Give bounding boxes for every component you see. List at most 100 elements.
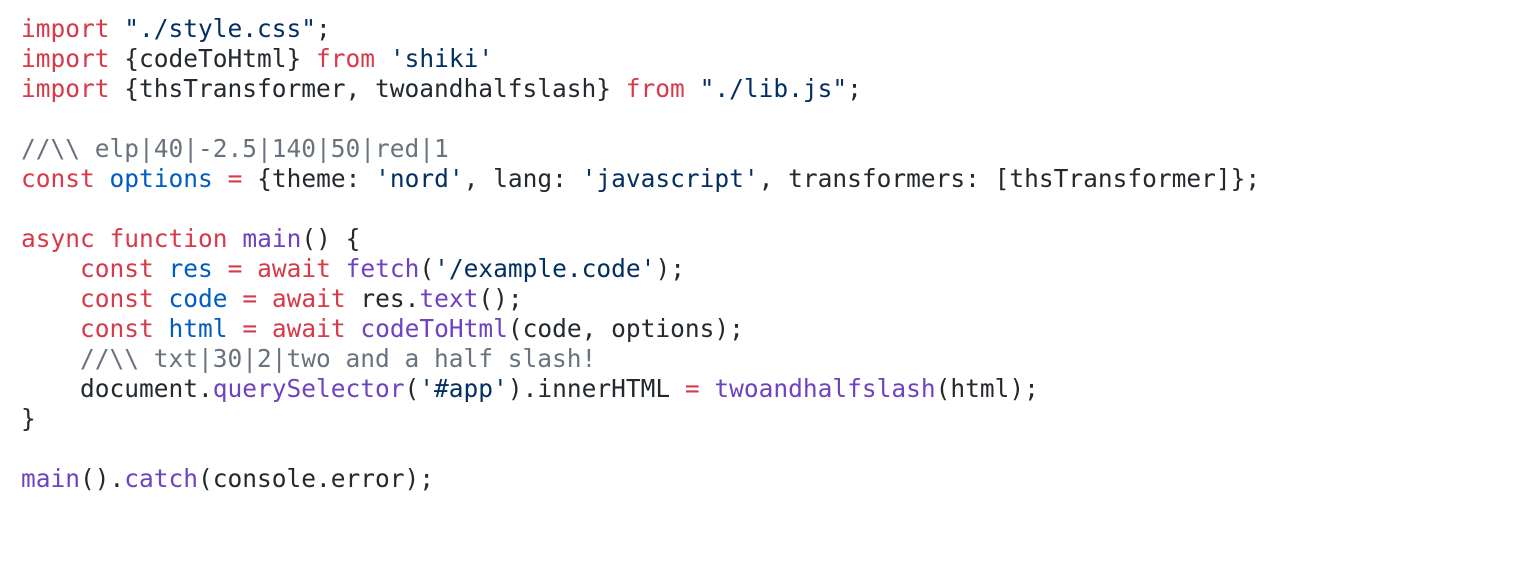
code-token-function: catch (124, 464, 199, 493)
code-token-function: codeToHtml (360, 314, 508, 343)
code-token-string: "./style.css" (124, 14, 317, 43)
code-token-plain: (code, options); (507, 314, 744, 343)
code-token-plain: {codeToHtml} (109, 44, 317, 73)
code-token-plain: ; (316, 14, 331, 43)
code-token-string: 'javascript' (581, 164, 759, 193)
code-token-keyword: = (242, 284, 258, 313)
code-token-keyword: await (271, 284, 346, 313)
code-token-comment: //\\ elp|40|-2.5|140|50|red|1 (21, 134, 449, 163)
code-line: //\\ txt|30|2|two and a half slash! (21, 344, 1511, 374)
code-token-comment: //\\ txt|30|2|two and a half slash! (80, 344, 597, 373)
code-token-plain: } (21, 404, 36, 433)
code-token-string: '#app' (419, 374, 508, 403)
code-line: main().catch(console.error); (21, 464, 1511, 494)
code-token-keyword: function (109, 224, 228, 253)
code-line: } (21, 404, 1511, 434)
code-token-keyword: = (227, 254, 243, 283)
code-line: const code = await res.text(); (21, 284, 1511, 314)
code-token-keyword: = (684, 374, 700, 403)
code-token-keyword: await (257, 254, 331, 283)
code-token-function: text (419, 284, 479, 313)
code-token-variable: options (109, 164, 213, 193)
code-token-plain: document. (21, 374, 213, 403)
code-line: const options = {theme: 'nord', lang: 'j… (21, 164, 1511, 194)
code-token-function: twoandhalfslash (714, 374, 936, 403)
code-token-string: "./lib.js" (699, 74, 848, 103)
code-line: import {codeToHtml} from 'shiki' (21, 44, 1511, 74)
code-line: import "./style.css"; (21, 14, 1511, 44)
code-token-keyword: = (242, 314, 258, 343)
code-line: import {thsTransformer, twoandhalfslash}… (21, 74, 1511, 104)
code-token-function: main (21, 464, 81, 493)
code-token-plain: (). (80, 464, 125, 493)
code-token-plain: {thsTransformer, twoandhalfslash} (109, 74, 626, 103)
code-token-plain: ( (419, 254, 435, 283)
code-line: document.querySelector('#app').innerHTML… (21, 374, 1511, 404)
code-token-plain: () { (301, 224, 361, 253)
code-token-keyword: async (21, 224, 95, 253)
code-token-plain: (console.error); (198, 464, 435, 493)
code-token-plain: ( (404, 374, 420, 403)
code-token-keyword: = (227, 164, 243, 193)
code-token-plain: (html); (935, 374, 1039, 403)
code-token-variable: res (168, 254, 213, 283)
code-token-keyword: const (80, 284, 154, 313)
code-token-string: 'shiki' (389, 44, 494, 73)
code-token-plain: ); (655, 254, 685, 283)
code-token-keyword: from (625, 74, 685, 103)
code-token-keyword: import (21, 74, 110, 103)
code-token-string: 'nord' (375, 164, 464, 193)
code-token-keyword: from (316, 44, 376, 73)
code-token-keyword: import (21, 44, 110, 73)
code-token-plain: ).innerHTML (507, 374, 685, 403)
code-token-variable: code (168, 284, 228, 313)
code-token-keyword: const (80, 254, 154, 283)
code-token-keyword: const (21, 164, 95, 193)
code-token-function: main (242, 224, 302, 253)
code-token-plain: res. (345, 284, 420, 313)
code-token-string: '/example.code' (434, 254, 656, 283)
code-token-variable: html (168, 314, 228, 343)
code-line: async function main() { (21, 224, 1511, 254)
code-token-function: querySelector (212, 374, 405, 403)
code-token-plain: ; (847, 74, 862, 103)
code-token-keyword: import (21, 14, 110, 43)
code-token-keyword: const (80, 314, 154, 343)
code-token-plain: {theme: (242, 164, 376, 193)
code-token-plain: (); (478, 284, 523, 313)
code-line: const res = await fetch('/example.code')… (21, 254, 1511, 284)
code-line: const html = await codeToHtml(code, opti… (21, 314, 1511, 344)
code-line: //\\ elp|40|-2.5|140|50|red|1 (21, 134, 1511, 164)
code-token-plain: , lang: (463, 164, 582, 193)
code-token-keyword: await (271, 314, 346, 343)
code-token-plain: , transformers: [thsTransformer]}; (758, 164, 1261, 193)
code-token-function: fetch (345, 254, 420, 283)
code-editor[interactable]: import "./style.css"; import {codeToHtml}… (21, 14, 1511, 494)
